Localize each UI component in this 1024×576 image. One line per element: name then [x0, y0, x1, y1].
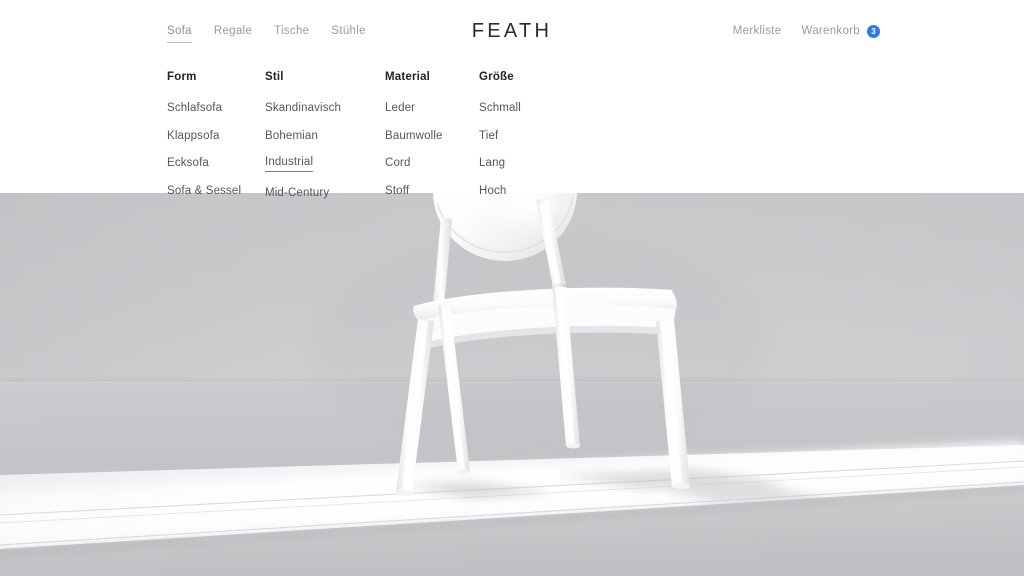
menu-item-bohemian[interactable]: Bohemian	[265, 127, 318, 145]
menu-item-leder[interactable]: Leder	[385, 99, 415, 117]
site-header: Sofa Regale Tische Stühle FEATH Merklist…	[0, 0, 1024, 199]
nav-item-merkliste[interactable]: Merkliste	[733, 24, 782, 39]
menu-column-form: Form Schlafsofa Klappsofa Ecksofa Sofa &…	[167, 70, 265, 211]
menu-item-klappsofa[interactable]: Klappsofa	[167, 127, 220, 145]
menu-column-material: Material Leder Baumwolle Cord Stoff	[385, 70, 479, 211]
cart-link[interactable]: Warenkorb 3	[801, 24, 880, 39]
hero-image	[0, 193, 1024, 576]
menu-item-hoch[interactable]: Hoch	[479, 182, 506, 200]
menu-item-baumwolle[interactable]: Baumwolle	[385, 127, 443, 145]
menu-column-title: Material	[385, 71, 431, 83]
menu-column-stil: Stil Skandinavisch Bohemian Industrial M…	[265, 70, 385, 211]
menu-item-tief[interactable]: Tief	[479, 127, 498, 145]
menu-column-title: Stil	[265, 71, 284, 83]
menu-item-schlafsofa[interactable]: Schlafsofa	[167, 99, 222, 117]
menu-item-schmall[interactable]: Schmall	[479, 99, 521, 117]
menu-item-mid-century[interactable]: Mid-Century	[265, 184, 329, 202]
hero-chair-illustration	[0, 193, 1024, 576]
top-bar: Sofa Regale Tische Stühle FEATH Merklist…	[0, 0, 1024, 62]
menu-item-sofa-sessel[interactable]: Sofa & Sessel	[167, 182, 241, 200]
utility-nav: Merkliste Warenkorb 3	[733, 24, 880, 39]
menu-column-title: Größe	[479, 71, 514, 83]
menu-item-lang[interactable]: Lang	[479, 154, 505, 172]
menu-item-industrial[interactable]: Industrial	[265, 154, 314, 172]
page-root: Sofa Regale Tische Stühle FEATH Merklist…	[0, 0, 1024, 576]
mega-menu: Form Schlafsofa Klappsofa Ecksofa Sofa &…	[167, 70, 599, 211]
menu-item-stoff[interactable]: Stoff	[385, 182, 409, 200]
menu-column-groesse: Größe Schmall Tief Lang Hoch	[479, 70, 599, 211]
menu-item-skandinavisch[interactable]: Skandinavisch	[265, 99, 341, 117]
cart-label: Warenkorb	[801, 25, 860, 37]
menu-item-cord[interactable]: Cord	[385, 154, 411, 172]
cart-count-badge: 3	[867, 25, 880, 38]
menu-item-ecksofa[interactable]: Ecksofa	[167, 154, 209, 172]
menu-column-title: Form	[167, 71, 197, 83]
